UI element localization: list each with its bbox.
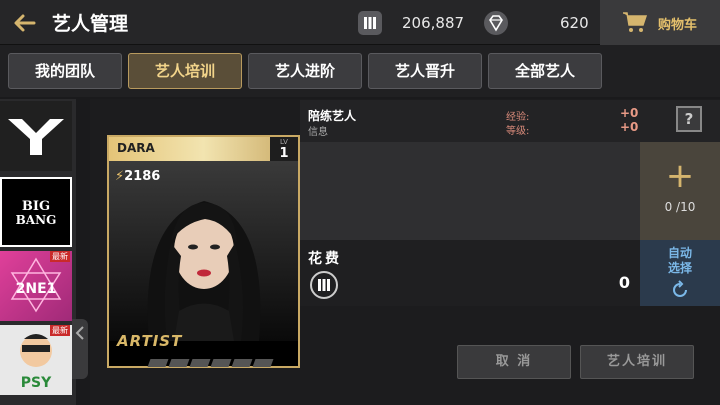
back-arrow-icon[interactable]: [8, 6, 42, 40]
coins-value: 206,887: [402, 14, 465, 32]
cost-value: 0: [618, 273, 630, 292]
cart-icon: [622, 10, 648, 32]
svg-text:PSY: PSY: [21, 375, 52, 391]
sidebar-item-yg[interactable]: [0, 101, 72, 171]
training-partner-label: 陪练艺人: [308, 109, 357, 123]
level-value: 1: [279, 146, 289, 161]
new-badge: 最新: [50, 325, 70, 336]
sidebar-item-bigbang[interactable]: BIG BANG: [0, 177, 72, 247]
yg-logo-icon: [0, 101, 72, 171]
power-stat: ⚡2186: [115, 169, 160, 184]
coins-icon: [310, 271, 338, 299]
svg-text:2NE1: 2NE1: [16, 281, 57, 297]
cost-row: 花费 0: [300, 240, 640, 306]
star-bars: [147, 352, 289, 367]
cart-label: 购物车: [658, 18, 698, 33]
new-badge: 最新: [50, 251, 70, 262]
auto-select-button[interactable]: 自动 选择: [640, 240, 720, 306]
card-header: DARA LV 1: [109, 137, 298, 161]
chevron-left-icon: [75, 326, 84, 340]
auto-select-label: 自动 选择: [667, 246, 692, 275]
plus-icon: +: [665, 156, 695, 196]
exp-label: 经验:: [506, 112, 530, 123]
refresh-icon: [673, 280, 687, 297]
level-badge: LV 1: [270, 137, 298, 161]
tab-all-artists[interactable]: 全部艺人: [488, 53, 602, 89]
top-bar: 艺人管理 206,887 620 购物车: [0, 0, 720, 45]
svg-text:BIG: BIG: [22, 199, 50, 214]
partner-slots[interactable]: [300, 142, 640, 240]
artist-card[interactable]: DARA LV 1 ⚡2186 ARTIST: [107, 135, 300, 368]
tab-artist-advance[interactable]: 艺人进阶: [248, 53, 362, 89]
lightning-icon: ⚡: [115, 169, 125, 184]
info-label: 信息: [308, 127, 328, 138]
sidebar-item-psy[interactable]: PSY 最新: [0, 325, 72, 395]
add-partner-button[interactable]: + 0 /10: [640, 142, 720, 240]
diamond-value: 620: [560, 14, 589, 32]
tab-artist-promotion[interactable]: 艺人晋升: [368, 53, 482, 89]
cart-button[interactable]: 购物车: [600, 0, 720, 45]
coins-icon: [358, 11, 382, 35]
tab-bar: 我的团队 艺人培训 艺人进阶 艺人晋升 全部艺人: [0, 45, 720, 97]
agency-sidebar: BIG BANG 2NE1 最新 PSY 最新: [0, 99, 88, 405]
tab-artist-training[interactable]: 艺人培训: [128, 53, 242, 89]
sidebar-toggle-handle[interactable]: [72, 319, 88, 379]
level-gain-value: +0: [620, 120, 639, 134]
level-gain-label: 等级:: [506, 126, 530, 137]
tab-my-team[interactable]: 我的团队: [8, 53, 122, 89]
artist-brand: ARTIST: [117, 332, 183, 350]
bigbang-logo-icon: BIG BANG: [16, 199, 57, 227]
train-button[interactable]: 艺人培训: [580, 345, 694, 379]
cancel-button[interactable]: 取 消: [457, 345, 571, 379]
power-value: 2186: [124, 169, 161, 184]
diamond-icon: [484, 11, 508, 35]
sidebar-item-2ne1[interactable]: 2NE1 最新: [0, 251, 72, 321]
cost-label: 花费: [308, 251, 342, 267]
exp-value: +0: [620, 106, 639, 120]
artist-portrait: [109, 161, 298, 341]
artist-name: DARA: [117, 141, 155, 155]
help-button[interactable]: ?: [676, 106, 702, 132]
page-title: 艺人管理: [52, 13, 129, 35]
partner-count: 0 /10: [664, 200, 696, 214]
training-partner-header: 陪练艺人 信息 经验: +0 等级: +0 ?: [300, 100, 720, 142]
svg-text:BANG: BANG: [16, 213, 57, 227]
